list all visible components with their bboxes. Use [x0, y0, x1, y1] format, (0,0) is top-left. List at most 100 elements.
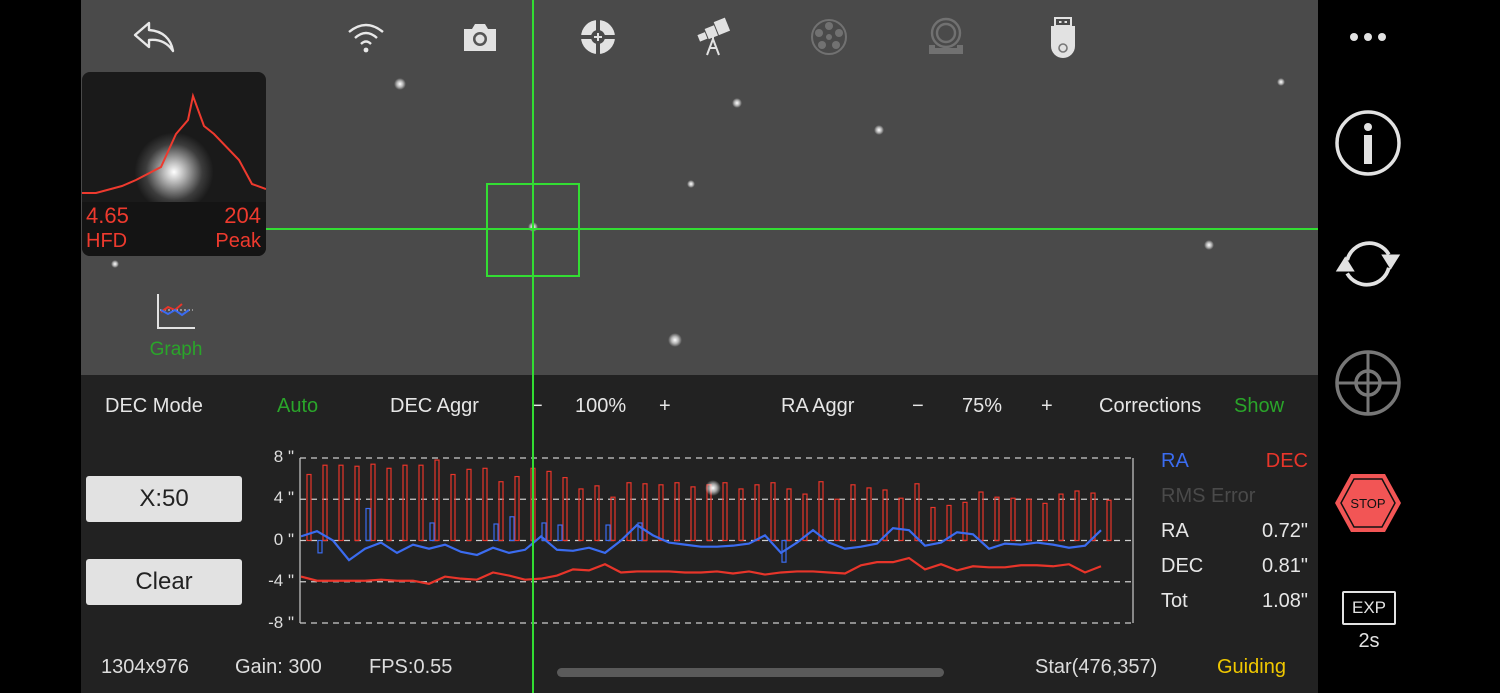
- dec-correction-bar: [306, 473, 312, 542]
- loop-button[interactable]: [1332, 227, 1404, 299]
- dec-correction-bar: [818, 481, 824, 542]
- graph-button[interactable]: Graph: [141, 292, 211, 362]
- back-icon: [133, 21, 175, 53]
- star: [874, 125, 884, 135]
- fps-text: FPS:0.55: [369, 656, 453, 678]
- star: [394, 78, 406, 90]
- ra-error-line: [300, 523, 1102, 562]
- dec-correction-bar: [930, 506, 936, 542]
- dec-correction-bar: [578, 488, 584, 542]
- right-sidebar: STOP EXP 2s: [1318, 0, 1500, 693]
- dec-correction-bar: [450, 473, 456, 542]
- more-icon: [1350, 33, 1386, 41]
- dec-correction-bar: [1106, 499, 1112, 542]
- hfd-label: HFD: [86, 230, 128, 252]
- star: [705, 480, 721, 496]
- dec-correction-bar: [546, 470, 552, 542]
- rms-dec-value: 0.81": [1261, 555, 1308, 577]
- gain-text: Gain: 300: [235, 656, 322, 678]
- dec-correction-bar: [786, 488, 792, 542]
- star: [668, 333, 682, 347]
- dec-error-line: [300, 556, 1102, 585]
- star-position-text: Star(476,357): [1035, 656, 1158, 678]
- rms-error-title: RMS Error: [1161, 485, 1256, 507]
- back-button[interactable]: [131, 14, 177, 60]
- dec-correction-bar: [1042, 502, 1048, 542]
- stop-icon: STOP: [1335, 474, 1401, 532]
- peak-value: 204: [224, 203, 261, 228]
- star: [111, 260, 119, 268]
- star: [1204, 240, 1214, 250]
- dec-correction-bar: [386, 467, 392, 542]
- camera-view[interactable]: 4.65 HFD 204 Peak Graph DEC Mode Auto DE…: [81, 0, 1318, 693]
- dec-correction-bar: [674, 482, 680, 542]
- crosshair-vertical-overlay: [532, 0, 534, 693]
- dec-correction-bar: [914, 483, 920, 542]
- dec-correction-bar: [850, 484, 856, 542]
- usb-device-button[interactable]: [1040, 14, 1086, 60]
- rms-total-value: 1.08": [1261, 590, 1308, 612]
- dec-correction-bar: [402, 464, 408, 542]
- ra-correction-bar: [317, 539, 323, 554]
- ra-correction-bar: [557, 524, 563, 542]
- dec-correction-bar: [370, 463, 376, 542]
- dec-correction-bar: [498, 481, 504, 542]
- focuser-button: [923, 14, 969, 60]
- star: [1277, 78, 1285, 86]
- dec-correction-bar: [610, 496, 616, 542]
- dec-correction-bar: [802, 493, 808, 542]
- guider-icon: [579, 18, 617, 56]
- dec-correction-bar: [338, 464, 344, 542]
- more-button[interactable]: [1332, 2, 1404, 72]
- camera-button[interactable]: [457, 14, 503, 60]
- horizontal-scrollbar[interactable]: [557, 668, 944, 677]
- exposure-label: EXP: [1351, 598, 1387, 617]
- camera-icon: [464, 24, 496, 51]
- legend-ra: RA: [1161, 450, 1189, 472]
- target-button[interactable]: [1332, 347, 1404, 419]
- dec-correction-bar: [1010, 497, 1016, 542]
- dec-correction-bar: [882, 489, 888, 542]
- dec-correction-bar: [514, 475, 520, 542]
- dec-correction-bar: [1074, 490, 1080, 542]
- telescope-button[interactable]: [690, 14, 736, 60]
- info-button[interactable]: [1332, 107, 1404, 179]
- dec-correction-bar: [594, 485, 600, 542]
- filter-wheel-icon: [811, 19, 847, 55]
- target-icon: [1335, 350, 1401, 416]
- dec-correction-bar: [482, 467, 488, 542]
- crosshair-horizontal: [266, 228, 1318, 230]
- dec-correction-bar: [322, 464, 328, 542]
- stop-button[interactable]: STOP: [1332, 467, 1404, 539]
- resolution-text: 1304x976: [101, 656, 189, 678]
- dec-correction-bar: [690, 486, 696, 542]
- rms-total-label: Tot: [1161, 590, 1188, 612]
- dec-correction-bar: [978, 491, 984, 542]
- rms-ra-label: RA: [1161, 520, 1189, 542]
- focuser-icon: [929, 17, 963, 54]
- dec-correction-bar: [994, 496, 1000, 542]
- ra-correction-bar: [365, 507, 371, 542]
- dec-correction-bar: [418, 464, 424, 542]
- dec-correction-bar: [562, 476, 568, 542]
- dec-correction-bar: [834, 498, 840, 542]
- dec-correction-bar: [962, 501, 968, 542]
- left-margin: [0, 0, 81, 693]
- exposure-button[interactable]: EXP: [1342, 591, 1396, 625]
- dec-correction-bar: [434, 459, 440, 542]
- loop-icon: [1335, 241, 1401, 287]
- rms-ra-value: 0.72": [1261, 520, 1308, 542]
- star: [687, 180, 695, 188]
- dec-correction-bar: [898, 497, 904, 542]
- ra-correction-bar: [509, 516, 515, 542]
- peak-label: Peak: [215, 230, 261, 252]
- ra-correction-bar: [493, 523, 499, 542]
- star-profile-curve: [82, 92, 266, 194]
- wifi-button[interactable]: [343, 14, 389, 60]
- exposure-value: 2s: [1358, 630, 1380, 652]
- guider-button[interactable]: [575, 14, 621, 60]
- ra-correction-bar: [605, 524, 611, 542]
- star: [732, 98, 742, 108]
- hfd-value: 4.65: [86, 203, 129, 228]
- star-profile-panel: 4.65 HFD 204 Peak: [82, 72, 266, 256]
